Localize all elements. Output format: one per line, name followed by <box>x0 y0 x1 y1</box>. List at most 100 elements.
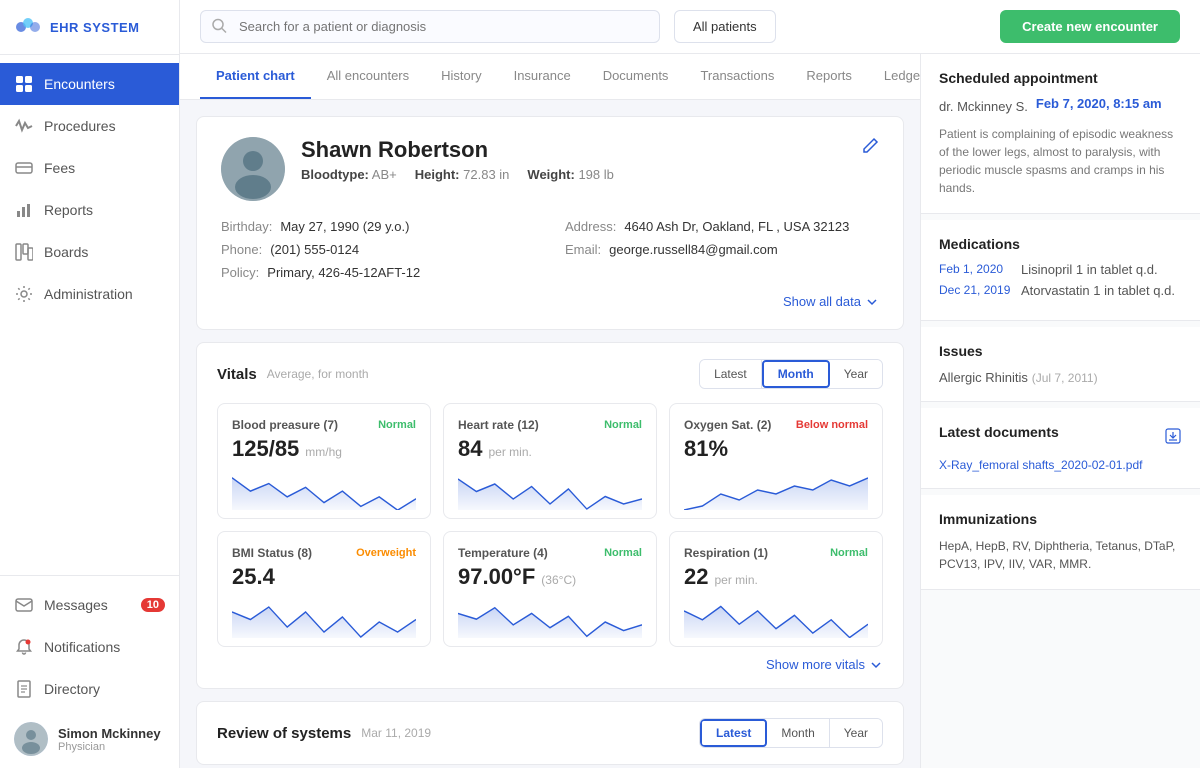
vital-status: Normal <box>604 419 642 431</box>
vital-chart <box>684 470 868 510</box>
sidebar-item-label: Reports <box>44 202 93 218</box>
all-patients-button[interactable]: All patients <box>674 10 776 43</box>
patient-name-block: Shawn Robertson Bloodtype: AB+ Height: 7… <box>301 137 845 182</box>
sidebar-item-directory[interactable]: Directory <box>0 668 179 710</box>
vitals-filter-month[interactable]: Month <box>762 360 830 388</box>
tab-documents[interactable]: Documents <box>587 54 685 99</box>
vital-chart <box>458 470 642 510</box>
vital-name: Blood preasure (7) <box>232 418 338 432</box>
vitals-header: Vitals Average, for month Latest Month Y… <box>217 359 883 389</box>
immunizations-text: HepA, HepB, RV, Diphtheria, Tetanus, DTa… <box>939 537 1182 573</box>
tab-ledger[interactable]: Ledger <box>868 54 920 99</box>
medications-title: Medications <box>939 236 1182 252</box>
creditcard-icon <box>14 158 34 178</box>
sidebar-item-notifications[interactable]: Notifications <box>0 626 179 668</box>
medication-row-2: Dec 21, 2019 Atorvastatin 1 in tablet q.… <box>939 283 1182 298</box>
med-name-1: Lisinopril 1 in tablet q.d. <box>1021 262 1158 277</box>
search-input[interactable] <box>200 10 660 43</box>
tab-patient-chart[interactable]: Patient chart <box>200 54 311 99</box>
ros-filter-latest[interactable]: Latest <box>700 719 767 747</box>
vital-value: 97.00°F <box>458 564 535 590</box>
tab-transactions[interactable]: Transactions <box>684 54 790 99</box>
med-date-2: Dec 21, 2019 <box>939 283 1011 297</box>
boards-icon <box>14 242 34 262</box>
sidebar-item-label: Directory <box>44 681 100 697</box>
latest-documents-section: Latest documents X-Ray_femoral shafts_20… <box>921 408 1200 489</box>
medication-row-1: Feb 1, 2020 Lisinopril 1 in tablet q.d. <box>939 262 1182 277</box>
tab-all-encounters[interactable]: All encounters <box>311 54 425 99</box>
height-label: Height: 72.83 in <box>415 167 510 182</box>
sidebar-item-reports[interactable]: Reports <box>0 189 179 231</box>
ros-filter-year[interactable]: Year <box>830 719 882 747</box>
sidebar: EHR SYSTEM Encounters Procedures Fees <box>0 0 180 768</box>
sidebar-item-procedures[interactable]: Procedures <box>0 105 179 147</box>
medications-section: Medications Feb 1, 2020 Lisinopril 1 in … <box>921 220 1200 321</box>
issue-name: Allergic Rhinitis <box>939 370 1028 385</box>
sidebar-item-label: Fees <box>44 160 75 176</box>
appt-notes: Patient is complaining of episodic weakn… <box>939 125 1182 197</box>
tab-history[interactable]: History <box>425 54 497 99</box>
patient-avatar <box>221 137 285 201</box>
sidebar-item-label: Notifications <box>44 639 120 655</box>
bloodtype-label: Bloodtype: AB+ <box>301 167 397 182</box>
doc-filename[interactable]: X-Ray_femoral shafts_2020-02-01.pdf <box>939 458 1182 472</box>
scheduled-title: Scheduled appointment <box>939 70 1182 86</box>
issues-title: Issues <box>939 343 1182 359</box>
tabs: Patient chart All encounters History Ins… <box>180 54 920 100</box>
vital-status: Normal <box>378 419 416 431</box>
doc-download-icon[interactable] <box>1164 427 1182 448</box>
admin-icon <box>14 284 34 304</box>
vitals-subtitle: Average, for month <box>267 367 369 381</box>
patient-header: Shawn Robertson Bloodtype: AB+ Height: 7… <box>221 137 879 201</box>
grid-icon <box>14 74 34 94</box>
issue-date: (Jul 7, 2011) <box>1032 371 1098 385</box>
vital-item-4: Temperature (4) Normal 97.00°F (36°C) <box>443 531 657 647</box>
user-info: Simon Mckinney Physician <box>58 726 161 753</box>
vitals-filter-latest[interactable]: Latest <box>700 360 762 388</box>
show-more-vitals-button[interactable]: Show more vitals <box>217 657 883 672</box>
vital-status: Normal <box>604 547 642 559</box>
weight-label: Weight: 198 lb <box>527 167 613 182</box>
sidebar-item-boards[interactable]: Boards <box>0 231 179 273</box>
sidebar-item-administration[interactable]: Administration <box>0 273 179 315</box>
logo-icon <box>14 16 42 38</box>
patient-details: Birthday: May 27, 1990 (29 y.o.) Address… <box>221 219 879 280</box>
edit-icon[interactable] <box>861 137 879 158</box>
sidebar-item-label: Messages <box>44 597 108 613</box>
sidebar-item-label: Procedures <box>44 118 116 134</box>
patient-name: Shawn Robertson <box>301 137 845 163</box>
center-panel: Patient chart All encounters History Ins… <box>180 54 920 768</box>
policy-row: Policy: Primary, 426-45-12AFT-12 <box>221 265 535 280</box>
right-panel: Scheduled appointment dr. Mckinney S. Fe… <box>920 54 1200 768</box>
vital-unit: (36°C) <box>541 573 576 587</box>
vital-item-0: Blood preasure (7) Normal 125/85 mm/hg <box>217 403 431 519</box>
vital-name: Heart rate (12) <box>458 418 539 432</box>
ros-header: Review of systems Mar 11, 2019 Latest Mo… <box>217 718 883 748</box>
scheduled-appointment-section: Scheduled appointment dr. Mckinney S. Fe… <box>921 54 1200 214</box>
sidebar-item-encounters[interactable]: Encounters <box>0 63 179 105</box>
create-encounter-button[interactable]: Create new encounter <box>1000 10 1180 43</box>
ros-title: Review of systems <box>217 725 351 742</box>
patient-card: Shawn Robertson Bloodtype: AB+ Height: 7… <box>196 116 904 330</box>
sidebar-item-messages[interactable]: Messages 10 <box>0 584 179 626</box>
tab-reports[interactable]: Reports <box>790 54 868 99</box>
vital-item-3: BMI Status (8) Overweight 25.4 <box>217 531 431 647</box>
ros-filter-month[interactable]: Month <box>767 719 829 747</box>
sidebar-item-fees[interactable]: Fees <box>0 147 179 189</box>
appt-doctor: dr. Mckinney S. <box>939 99 1028 114</box>
vitals-title: Vitals <box>217 366 257 383</box>
logo-text: EHR SYSTEM <box>50 20 140 35</box>
vital-item-2: Oxygen Sat. (2) Below normal 81% <box>669 403 883 519</box>
user-name: Simon Mckinney <box>58 726 161 741</box>
vital-unit: per min. <box>714 573 757 587</box>
main-area: All patients Create new encounter Patien… <box>180 0 1200 768</box>
med-name-2: Atorvastatin 1 in tablet q.d. <box>1021 283 1175 298</box>
ros-date: Mar 11, 2019 <box>361 726 431 740</box>
topbar: All patients Create new encounter <box>180 0 1200 54</box>
tab-insurance[interactable]: Insurance <box>498 54 587 99</box>
show-all-data-button[interactable]: Show all data <box>221 294 879 309</box>
vital-value: 81% <box>684 436 728 462</box>
vitals-filters: Latest Month Year <box>699 359 883 389</box>
vital-chart <box>232 470 416 510</box>
vitals-filter-year[interactable]: Year <box>830 360 882 388</box>
